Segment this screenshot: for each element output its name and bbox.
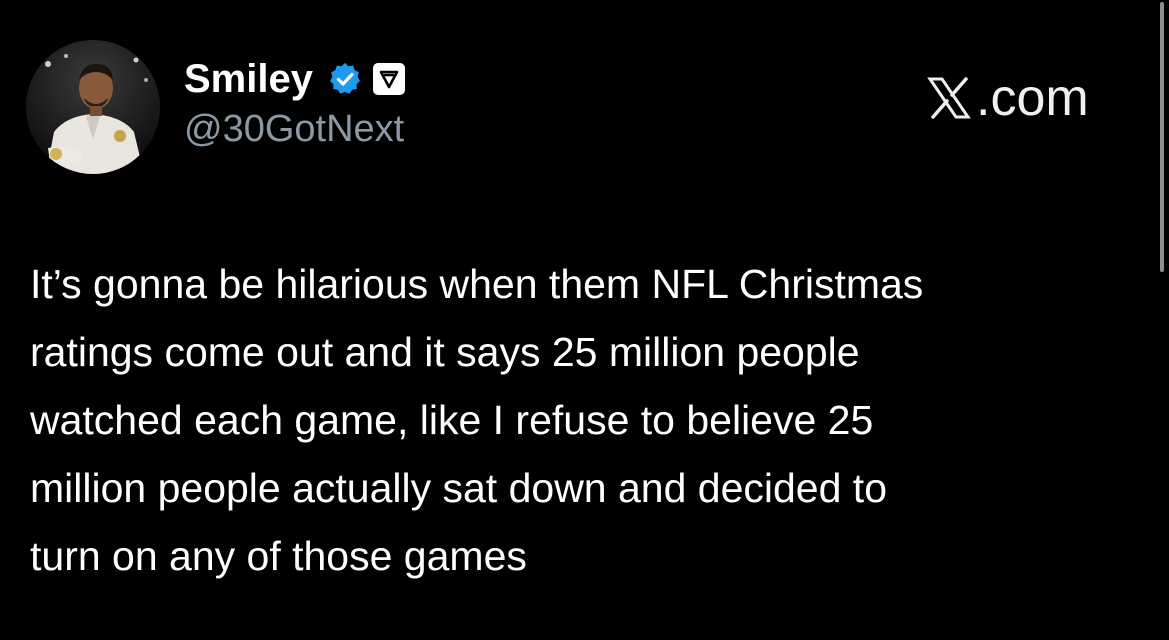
avatar-photo (26, 40, 160, 174)
tweet-card: Smiley @30GotNext .com It’s gonna be hil… (0, 0, 1169, 640)
affiliate-badge-icon[interactable] (372, 63, 405, 95)
brand-label: .com (976, 69, 1089, 127)
display-name[interactable]: Smiley (184, 57, 313, 102)
x-logo-icon (924, 73, 974, 123)
avatar[interactable] (26, 40, 160, 174)
author-handle[interactable]: @30GotNext (184, 108, 404, 151)
tweet-text: It’s gonna be hilarious when them NFL Ch… (30, 261, 924, 579)
verified-badge-icon (327, 61, 363, 97)
scrollbar[interactable] (1160, 2, 1164, 272)
x-brand: .com (924, 68, 1089, 128)
author-row: Smiley (184, 55, 405, 103)
